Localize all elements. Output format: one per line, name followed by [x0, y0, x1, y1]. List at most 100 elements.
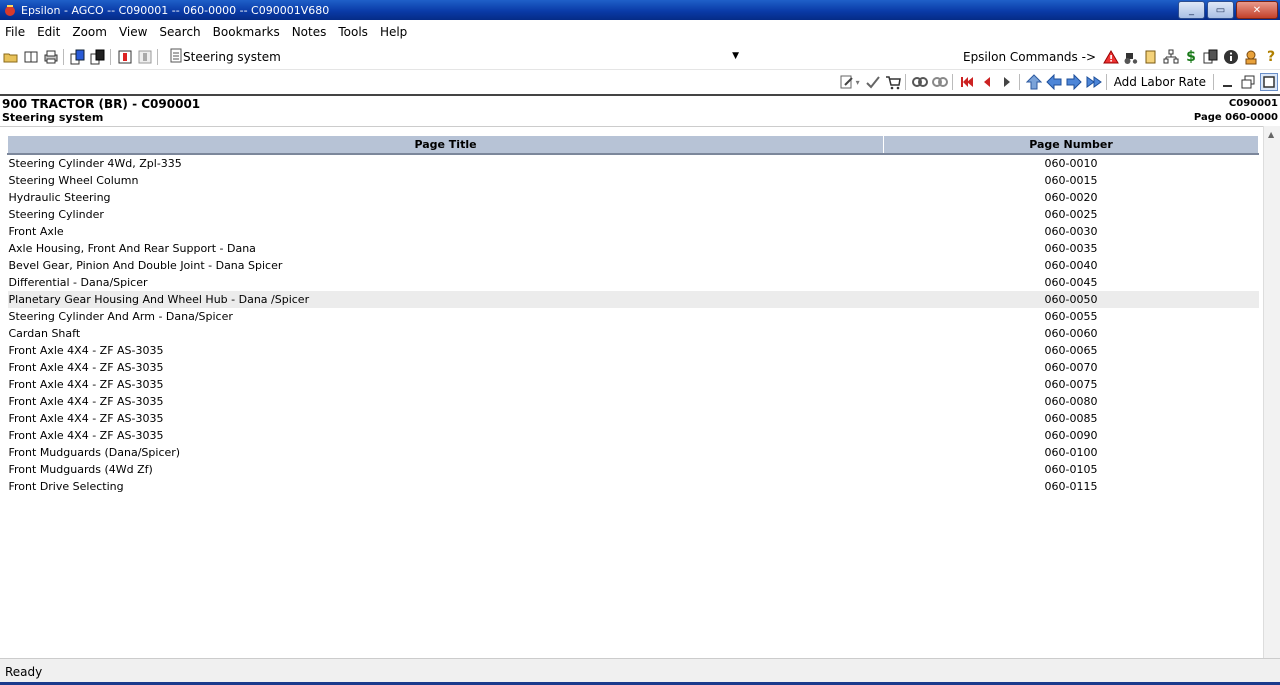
help-icon[interactable]: ? — [1263, 49, 1279, 65]
scroll-up-icon[interactable]: ▲ — [1268, 130, 1274, 139]
hierarchy-icon[interactable] — [1163, 49, 1179, 65]
page-title-cell[interactable]: Steering Cylinder — [8, 206, 884, 223]
page-title-cell[interactable]: Front Axle 4X4 - ZF AS-3035 — [8, 376, 884, 393]
next-page-icon[interactable] — [999, 74, 1015, 90]
page-title-cell[interactable]: Front Axle — [8, 223, 884, 240]
menu-notes[interactable]: Notes — [286, 25, 333, 39]
page-title-cell[interactable]: Front Mudguards (4Wd Zf) — [8, 461, 884, 478]
page-number-cell[interactable]: 060-0035 — [884, 240, 1259, 257]
table-row[interactable]: Front Mudguards (Dana/Spicer) 060-0100 — [8, 444, 1259, 461]
back-arrow-icon[interactable] — [1045, 74, 1062, 90]
page-title-cell[interactable]: Front Axle 4X4 - ZF AS-3035 — [8, 427, 884, 444]
menu-search[interactable]: Search — [153, 25, 206, 39]
page-number-cell[interactable]: 060-0065 — [884, 342, 1259, 359]
table-row[interactable]: Axle Housing, Front And Rear Support - D… — [8, 240, 1259, 257]
page-number-cell[interactable]: 060-0105 — [884, 461, 1259, 478]
table-row[interactable]: Front Axle 4X4 - ZF AS-3035 060-0075 — [8, 376, 1259, 393]
previous-page-icon[interactable] — [979, 74, 995, 90]
page-number-cell[interactable]: 060-0040 — [884, 257, 1259, 274]
forward-arrow-icon[interactable] — [1066, 74, 1082, 90]
page-number-cell[interactable]: 060-0060 — [884, 325, 1259, 342]
page-number-cell[interactable]: 060-0025 — [884, 206, 1259, 223]
table-row[interactable]: Differential - Dana/Spicer 060-0045 — [8, 274, 1259, 291]
page-number-cell[interactable]: 060-0090 — [884, 427, 1259, 444]
minimize-pane-icon[interactable] — [1220, 74, 1236, 90]
add-labor-rate-button[interactable]: Add Labor Rate — [1114, 75, 1206, 89]
tractor-icon[interactable] — [1123, 49, 1139, 65]
page-number-cell[interactable]: 060-0015 — [884, 172, 1259, 189]
page-title-cell[interactable]: Steering Cylinder And Arm - Dana/Spicer — [8, 308, 884, 325]
parts-book-icon[interactable] — [1143, 49, 1159, 65]
location-combobox[interactable]: Steering system ▼ — [166, 47, 742, 66]
page-number-cell[interactable]: 060-0075 — [884, 376, 1259, 393]
dropdown-arrow-icon[interactable]: ▼ — [732, 51, 739, 61]
page-title-cell[interactable]: Front Axle 4X4 - ZF AS-3035 — [8, 359, 884, 376]
page-title-cell[interactable]: Front Mudguards (Dana/Spicer) — [8, 444, 884, 461]
restore-pane-icon[interactable] — [1240, 74, 1256, 90]
table-row[interactable]: Front Axle 4X4 - ZF AS-3035 060-0080 — [8, 393, 1259, 410]
page-number-cell[interactable]: 060-0050 — [883, 291, 1259, 308]
table-row[interactable]: Planetary Gear Housing And Wheel Hub - D… — [7, 291, 1259, 308]
menu-view[interactable]: View — [113, 25, 153, 39]
table-row[interactable]: Front Drive Selecting 060-0115 — [8, 478, 1259, 495]
page-title-cell[interactable]: Steering Cylinder 4Wd, Zpl-335 — [8, 154, 884, 172]
column-header-page-number[interactable]: Page Number — [883, 135, 1259, 155]
page-number-cell[interactable]: 060-0080 — [884, 393, 1259, 410]
page-title-cell[interactable]: Front Axle 4X4 - ZF AS-3035 — [8, 393, 884, 410]
copy-pages-icon[interactable] — [70, 49, 86, 65]
page-number-cell[interactable]: 060-0055 — [884, 308, 1259, 325]
restore-button[interactable]: ▭ — [1207, 1, 1234, 19]
close-button[interactable]: ✕ — [1236, 1, 1278, 19]
page-title-cell[interactable]: Bevel Gear, Pinion And Double Joint - Da… — [8, 257, 884, 274]
info-icon[interactable] — [1223, 49, 1239, 65]
page-title-cell[interactable]: Front Axle 4X4 - ZF AS-3035 — [8, 410, 884, 427]
table-row[interactable]: Front Axle 4X4 - ZF AS-3035 060-0070 — [8, 359, 1259, 376]
menu-bookmarks[interactable]: Bookmarks — [207, 25, 286, 39]
table-row[interactable]: Steering Cylinder 060-0025 — [8, 206, 1259, 223]
table-row[interactable]: Steering Cylinder And Arm - Dana/Spicer 0… — [8, 308, 1259, 325]
edit-note-icon[interactable] — [839, 74, 855, 90]
page-number-cell[interactable]: 060-0070 — [884, 359, 1259, 376]
page-number-cell[interactable]: 060-0030 — [884, 223, 1259, 240]
page-title-cell[interactable]: Planetary Gear Housing And Wheel Hub - D… — [7, 291, 884, 308]
table-row[interactable]: Front Axle 4X4 - ZF AS-3035 060-0085 — [8, 410, 1259, 427]
first-page-icon[interactable] — [959, 74, 975, 90]
page-title-cell[interactable]: Steering Wheel Column — [8, 172, 884, 189]
unlink-icon[interactable] — [931, 74, 948, 90]
fast-forward-icon[interactable] — [1086, 74, 1102, 90]
link-icon[interactable] — [911, 74, 928, 90]
page-number-cell[interactable]: 060-0085 — [884, 410, 1259, 427]
page-number-cell[interactable]: 060-0020 — [884, 189, 1259, 206]
page-number-cell[interactable]: 060-0010 — [884, 154, 1259, 172]
table-row[interactable]: Hydraulic Steering 060-0020 — [8, 189, 1259, 206]
dollar-icon[interactable]: $ — [1183, 49, 1199, 65]
table-row[interactable]: Front Axle 4X4 - ZF AS-3035 060-0090 — [8, 427, 1259, 444]
vertical-scrollbar[interactable]: ▲ — [1263, 126, 1280, 658]
book-icon[interactable] — [23, 49, 39, 65]
table-row[interactable]: Front Axle 060-0030 — [8, 223, 1259, 240]
table-row[interactable]: Front Mudguards (4Wd Zf) 060-0105 — [8, 461, 1259, 478]
cart-icon[interactable] — [885, 74, 901, 90]
page-number-cell[interactable]: 060-0115 — [884, 478, 1259, 495]
bookmark-gray-icon[interactable] — [137, 49, 153, 65]
maximize-pane-icon[interactable] — [1260, 73, 1278, 91]
page-title-cell[interactable]: Axle Housing, Front And Rear Support - D… — [8, 240, 884, 257]
check-icon[interactable] — [865, 74, 881, 90]
table-row[interactable]: Steering Cylinder 4Wd, Zpl-335 060-0010 — [8, 154, 1259, 172]
edit-dropdown-icon[interactable]: ▾ — [856, 78, 860, 87]
page-title-cell[interactable]: Hydraulic Steering — [8, 189, 884, 206]
print-icon[interactable] — [43, 49, 59, 65]
window-titlebar[interactable]: Epsilon - AGCO -- C090001 -- 060-0000 --… — [0, 0, 1280, 20]
page-title-cell[interactable]: Differential - Dana/Spicer — [8, 274, 884, 291]
table-row[interactable]: Front Axle 4X4 - ZF AS-3035 060-0065 — [8, 342, 1259, 359]
page-number-cell[interactable]: 060-0045 — [884, 274, 1259, 291]
column-header-page-title[interactable]: Page Title — [7, 135, 884, 155]
table-row[interactable]: Steering Wheel Column 060-0015 — [8, 172, 1259, 189]
bookmark-red-icon[interactable] — [117, 49, 133, 65]
table-row[interactable]: Cardan Shaft 060-0060 — [8, 325, 1259, 342]
table-row[interactable]: Bevel Gear, Pinion And Double Joint - Da… — [8, 257, 1259, 274]
page-title-cell[interactable]: Front Drive Selecting — [8, 478, 884, 495]
minimize-button[interactable]: _ — [1178, 1, 1205, 19]
open-folder-icon[interactable] — [3, 49, 19, 65]
menu-file[interactable]: File — [0, 25, 31, 39]
